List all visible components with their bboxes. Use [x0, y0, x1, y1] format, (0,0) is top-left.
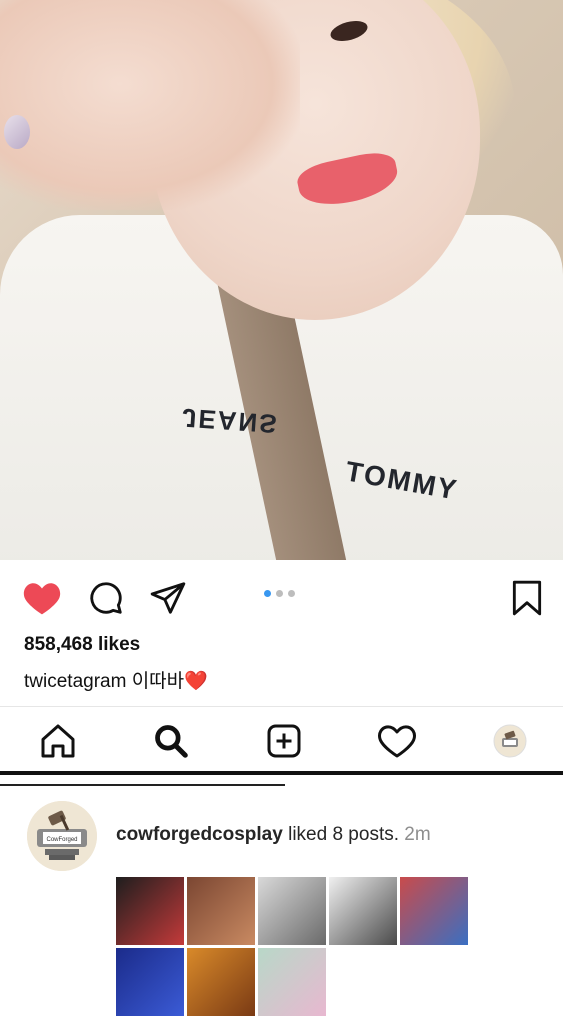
post-photo[interactable]: JEANS TOMMY	[0, 0, 563, 560]
liked-post-thumbnail[interactable]	[329, 877, 397, 945]
bookmark-icon[interactable]	[507, 578, 547, 618]
carousel-dot	[264, 590, 271, 597]
bottom-nav	[0, 706, 563, 773]
heart-filled-icon[interactable]	[22, 578, 62, 618]
comment-bubble-icon[interactable]	[86, 578, 126, 618]
post-caption: twicetagram 이따바❤️	[24, 666, 208, 693]
liked-post-thumbnail[interactable]	[116, 877, 184, 945]
tab-indicator-bar	[0, 775, 563, 787]
carousel-dot	[276, 590, 283, 597]
activity-action: liked 8 posts.	[282, 824, 405, 845]
activity-feed: CowForged cowforgedcosplay liked 8 posts…	[0, 787, 563, 1024]
liked-post-thumbnail[interactable]	[400, 877, 468, 945]
add-post-icon[interactable]	[264, 721, 304, 761]
caption-username[interactable]: twicetagram	[24, 671, 126, 692]
svg-text:CowForged: CowForged	[46, 837, 77, 843]
activity-username[interactable]: cowforgedcosplay	[116, 824, 283, 845]
post-actions	[0, 560, 563, 630]
carousel-dot	[288, 590, 295, 597]
tab-indicator	[0, 784, 285, 786]
avatar[interactable]: CowForged	[27, 801, 97, 871]
liked-post-thumbnail[interactable]	[116, 948, 184, 1016]
profile-avatar-icon[interactable]	[490, 721, 530, 761]
activity-text[interactable]: cowforgedcosplay liked 8 posts. 2m	[116, 824, 431, 846]
home-icon[interactable]	[38, 721, 78, 761]
carousel-indicator	[264, 590, 295, 597]
paper-plane-icon[interactable]	[148, 578, 188, 618]
liked-post-thumbnail[interactable]	[258, 877, 326, 945]
caption-text: 이따바❤️	[126, 671, 208, 692]
likes-count[interactable]: 858,468 likes	[24, 634, 140, 656]
liked-post-thumbnail[interactable]	[187, 948, 255, 1016]
photo-nail	[4, 115, 30, 149]
activity-time: 2m	[404, 824, 431, 845]
heart-outline-icon[interactable]	[377, 721, 417, 761]
liked-post-thumbnail[interactable]	[258, 948, 326, 1016]
shirt-text-top: JEANS	[181, 402, 280, 440]
liked-post-thumbnail[interactable]	[187, 877, 255, 945]
photo-hand	[0, 0, 300, 210]
search-icon[interactable]	[151, 721, 191, 761]
